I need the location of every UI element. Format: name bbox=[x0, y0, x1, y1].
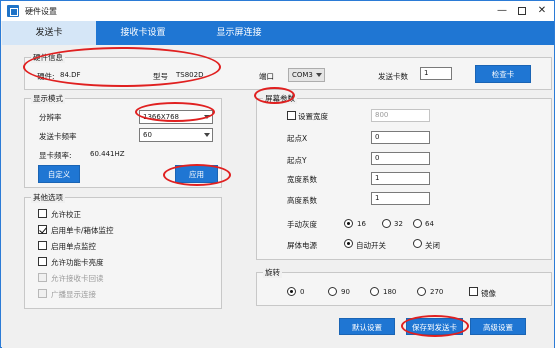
advanced-settings-button[interactable]: 高级设置 bbox=[470, 318, 526, 335]
chevron-down-icon bbox=[204, 133, 210, 137]
checkbox-broadcast-connection[interactable] bbox=[38, 289, 47, 298]
start-y-input[interactable]: 0 bbox=[371, 152, 430, 165]
card-count-label: 发送卡数 bbox=[378, 72, 408, 81]
radio-gray-32[interactable] bbox=[382, 219, 391, 228]
other-options-group: 其他选项 允许校正 启用单卡/箱体监控 启用单点监控 允许功能卡亮度 允许接收卡… bbox=[24, 192, 222, 309]
radio-rotate-270[interactable] bbox=[417, 287, 426, 296]
rotate-90-label: 90 bbox=[341, 288, 350, 296]
power-label: 屏体电源 bbox=[287, 241, 317, 250]
power-off-label: 关闭 bbox=[425, 241, 440, 250]
checkbox-set-width[interactable] bbox=[287, 111, 296, 120]
gray-64-label: 64 bbox=[425, 220, 434, 228]
custom-button[interactable]: 自定义 bbox=[38, 165, 80, 183]
card-monitor-label: 启用单卡/箱体监控 bbox=[51, 226, 114, 235]
set-width-input[interactable]: 800 bbox=[371, 109, 430, 122]
power-auto-label: 自动开关 bbox=[356, 241, 386, 250]
hardware-info-title: 硬件信息 bbox=[31, 52, 65, 63]
hardware-info-group: 硬件信息 硬件: 84.DF 型号 TS802D 端口 COM3 发送卡数 1 … bbox=[24, 52, 552, 90]
checkbox-receiver-readback[interactable] bbox=[38, 273, 47, 282]
tab-bar: 发送卡 接收卡设置 显示屏连接 bbox=[2, 21, 554, 45]
sending-card-panel: 硬件信息 硬件: 84.DF 型号 TS802D 端口 COM3 发送卡数 1 … bbox=[2, 45, 554, 348]
other-options-title: 其他选项 bbox=[31, 192, 65, 203]
radio-power-off[interactable] bbox=[413, 239, 422, 248]
port-label: 端口 bbox=[259, 72, 274, 81]
height-coef-label: 高度系数 bbox=[287, 196, 317, 205]
start-y-label: 起点Y bbox=[287, 156, 307, 165]
allow-correction-label: 允许校正 bbox=[51, 210, 81, 219]
resolution-select[interactable]: 1366X768 bbox=[139, 110, 213, 124]
radio-rotate-180[interactable] bbox=[370, 287, 379, 296]
hardware-label: 硬件: bbox=[37, 72, 55, 81]
checkbox-card-monitor[interactable] bbox=[38, 225, 47, 234]
checkbox-function-card-brightness[interactable] bbox=[38, 257, 47, 266]
model-value: TS802D bbox=[176, 71, 204, 79]
start-x-input[interactable]: 0 bbox=[371, 131, 430, 144]
radio-power-auto[interactable] bbox=[344, 239, 353, 248]
hardware-value: 84.DF bbox=[60, 71, 81, 79]
maximize-icon bbox=[518, 7, 526, 15]
start-x-label: 起点X bbox=[287, 134, 308, 143]
screen-params-title: 屏幕参数 bbox=[263, 93, 297, 104]
rotation-title: 旋转 bbox=[263, 267, 282, 278]
gray-label: 手动灰度 bbox=[287, 220, 317, 229]
radio-gray-64[interactable] bbox=[413, 219, 422, 228]
point-monitor-label: 启用单点监控 bbox=[51, 242, 96, 251]
function-card-brightness-label: 允许功能卡亮度 bbox=[51, 258, 104, 267]
rotate-180-label: 180 bbox=[383, 288, 397, 296]
port-select[interactable]: COM3 bbox=[288, 68, 325, 82]
refresh-value: 60.441HZ bbox=[90, 150, 125, 158]
set-width-label: 设置宽度 bbox=[298, 112, 328, 121]
radio-rotate-90[interactable] bbox=[328, 287, 337, 296]
model-label: 型号 bbox=[153, 72, 168, 81]
tab-display-connection[interactable]: 显示屏连接 bbox=[192, 21, 286, 45]
chevron-down-icon bbox=[204, 115, 210, 119]
radio-gray-16[interactable] bbox=[344, 219, 353, 228]
mirror-label: 镜像 bbox=[481, 289, 496, 298]
resolution-value: 1366X768 bbox=[143, 113, 179, 121]
port-value: COM3 bbox=[292, 71, 313, 79]
save-to-card-button[interactable]: 保存到发送卡 bbox=[406, 318, 463, 335]
tab-receiving-card[interactable]: 接收卡设置 bbox=[96, 21, 190, 45]
chevron-down-icon bbox=[316, 73, 322, 77]
rotate-0-label: 0 bbox=[300, 288, 305, 296]
display-mode-title: 显示模式 bbox=[31, 93, 65, 104]
close-button[interactable]: ✕ bbox=[533, 4, 551, 18]
check-card-button[interactable]: 检查卡 bbox=[475, 65, 531, 83]
hardware-settings-window: 硬件设置 — ✕ 发送卡 接收卡设置 显示屏连接 硬件信息 硬件: 84.DF … bbox=[0, 0, 555, 348]
gray-32-label: 32 bbox=[394, 220, 403, 228]
rotate-270-label: 270 bbox=[430, 288, 444, 296]
gray-16-label: 16 bbox=[357, 220, 366, 228]
rotation-group: 旋转 0 90 180 270 镜像 bbox=[256, 267, 552, 306]
default-settings-button[interactable]: 默认设置 bbox=[339, 318, 395, 335]
broadcast-connection-label: 广播显示连接 bbox=[51, 290, 96, 299]
receiver-readback-label: 允许接收卡回读 bbox=[51, 274, 104, 283]
screen-params-group: 屏幕参数 设置宽度 800 起点X 0 起点Y 0 宽度系数 1 高度系数 1 … bbox=[256, 93, 552, 260]
apply-button[interactable]: 应用 bbox=[175, 165, 218, 183]
frequency-label: 发送卡频率 bbox=[39, 132, 77, 141]
title-bar: 硬件设置 — ✕ bbox=[1, 1, 554, 21]
card-count-input[interactable]: 1 bbox=[420, 67, 452, 80]
radio-rotate-0[interactable] bbox=[287, 287, 296, 296]
frequency-select[interactable]: 60 bbox=[139, 128, 213, 142]
window-title: 硬件设置 bbox=[25, 7, 57, 16]
width-coef-label: 宽度系数 bbox=[287, 175, 317, 184]
display-mode-group: 显示模式 分辨率 1366X768 发送卡频率 60 显卡频率: 60.441H… bbox=[24, 93, 222, 188]
checkbox-point-monitor[interactable] bbox=[38, 241, 47, 250]
checkbox-allow-correction[interactable] bbox=[38, 209, 47, 218]
height-coef-input[interactable]: 1 bbox=[371, 192, 430, 205]
app-icon bbox=[7, 5, 19, 17]
minimize-button[interactable]: — bbox=[493, 4, 511, 18]
maximize-button[interactable] bbox=[513, 4, 531, 18]
resolution-label: 分辨率 bbox=[39, 113, 62, 122]
tab-sending-card[interactable]: 发送卡 bbox=[2, 21, 96, 45]
width-coef-input[interactable]: 1 bbox=[371, 172, 430, 185]
frequency-value: 60 bbox=[143, 131, 152, 139]
checkbox-mirror[interactable] bbox=[469, 287, 478, 296]
refresh-label: 显卡频率: bbox=[39, 151, 72, 160]
